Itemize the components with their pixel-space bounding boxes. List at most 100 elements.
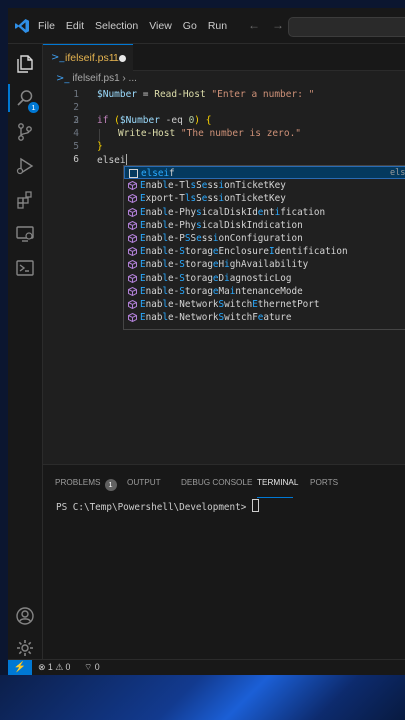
token-text: elsei — [97, 155, 126, 166]
suggestion-label: Enable-NetworkSwitchFeature — [140, 312, 292, 324]
method-cube-icon — [128, 300, 137, 309]
suggestion-item[interactable]: elseifelseif — [124, 166, 405, 180]
line-number: 3 — [73, 115, 79, 126]
powershell-file-icon: >_ — [51, 52, 65, 63]
suggestion-label: Enable-PhysicalDiskIndication — [140, 219, 303, 231]
suggestion-label: Enable-StorageDiagnosticLog — [140, 272, 292, 284]
code-line-5: } — [97, 141, 103, 152]
tab-problems[interactable]: PROBLEMS 1 — [55, 478, 117, 491]
status-problems[interactable]: ⊗ 1 ⚠ 0 — [38, 662, 70, 673]
warning-icon: ⚠ — [55, 662, 64, 672]
tab-terminal[interactable]: TERMINAL — [257, 478, 298, 487]
line-number: 1 — [73, 89, 79, 100]
run-debug-icon[interactable] — [15, 156, 35, 176]
method-cube-icon — [128, 220, 137, 230]
tab-problems-label: PROBLEMS — [55, 478, 101, 487]
tab-label: ifelseif.ps1 — [65, 52, 115, 64]
terminal[interactable]: PS C:\Temp\Powershell\Development> — [56, 499, 259, 513]
problems-badge: 1 — [104, 479, 117, 491]
token-command: Read-Host — [154, 89, 206, 100]
token-string: "The number is zero." — [175, 128, 302, 139]
arrow-left-icon[interactable]: ← — [248, 18, 260, 32]
menu-bar: File Edit Selection View Go Run — [38, 8, 238, 43]
tab-problem-count: 1 — [113, 52, 119, 64]
breadcrumb-more[interactable]: ... — [129, 73, 137, 84]
unsaved-dot-icon[interactable] — [119, 55, 126, 62]
method-cube-icon — [128, 181, 137, 191]
suggestion-item[interactable]: Enable-NetworkSwitchEthernetPort — [124, 298, 405, 311]
suggestion-item[interactable]: Enable-StorageEnclosureIdentification — [124, 245, 405, 258]
status-ports[interactable]: ⌔ 0 — [84, 662, 100, 673]
menu-view[interactable]: View — [149, 20, 172, 32]
token-brace: { — [200, 115, 212, 126]
arrow-right-icon[interactable]: → — [272, 18, 284, 32]
line-number: 5 — [73, 141, 79, 152]
tab-output[interactable]: OUTPUT — [127, 478, 161, 487]
explorer-icon[interactable] — [15, 54, 35, 74]
source-control-icon[interactable] — [15, 122, 35, 142]
line-number: 4 — [73, 128, 79, 139]
suggestion-label: Enable-TlsSessionTicketKey — [140, 180, 286, 192]
tab-ports[interactable]: PORTS — [310, 478, 338, 487]
extensions-icon[interactable] — [15, 190, 35, 210]
suggestion-item[interactable]: Enable-PhysicalDiskIdentification — [124, 206, 405, 219]
vscode-logo-icon — [15, 19, 29, 33]
line-number: 2 — [73, 102, 79, 113]
tab-debug-console[interactable]: DEBUG CONSOLE — [181, 478, 252, 487]
suggestion-item[interactable]: Enable-TlsSessionTicketKey — [124, 179, 405, 192]
remote-explorer-icon[interactable] — [15, 224, 35, 244]
code-line-1: $Number = Read-Host "Enter a number: " — [97, 89, 314, 100]
suggestion-label: Enable-PSSessionConfiguration — [140, 233, 303, 244]
error-icon: ⊗ — [38, 662, 46, 672]
error-count: 1 — [47, 662, 53, 672]
suggestion-widget: elseifelseifEnable-TlsSessionTicketKeyEx… — [123, 165, 405, 330]
suggestion-item[interactable]: Enable-StorageHighAvailability — [124, 258, 405, 271]
snippet-icon — [129, 169, 138, 178]
token-variable: $Number — [97, 89, 138, 100]
token-brace: } — [97, 141, 103, 152]
breadcrumb-file[interactable]: ifelseif.ps1 — [72, 73, 119, 84]
breadcrumb: >_ ifelseif.ps1 › ... — [56, 73, 137, 84]
search-icon[interactable] — [15, 88, 35, 108]
suggestion-label: Enable-PhysicalDiskIdentification — [140, 206, 326, 218]
suggestion-item[interactable]: Enable-PSSessionConfiguration — [124, 232, 405, 245]
menu-selection[interactable]: Selection — [95, 20, 138, 32]
active-tab-underline — [257, 497, 293, 498]
method-cube-icon — [128, 273, 137, 283]
remote-indicator-icon[interactable]: ⚡ — [8, 660, 32, 675]
suggestion-item[interactable]: Enable-NetworkSwitchFeature — [124, 311, 405, 324]
suggestion-item[interactable]: Enable-StorageMaintenanceMode — [124, 285, 405, 298]
method-cube-icon — [128, 234, 137, 243]
method-cube-icon — [128, 194, 137, 204]
suggestion-item[interactable]: Enable-StorageDiagnosticLog — [124, 272, 405, 285]
menu-go[interactable]: Go — [183, 20, 197, 32]
warning-count: 0 — [65, 662, 71, 672]
command-center[interactable] — [288, 17, 405, 37]
suggestion-item[interactable]: Enable-PhysicalDiskIndication — [124, 219, 405, 232]
title-bar: File Edit Selection View Go Run ← → — [8, 8, 405, 44]
desktop-wallpaper — [0, 675, 405, 720]
ports-broadcast-icon: ⌔ — [84, 662, 93, 672]
token-operator: -eq — [159, 115, 189, 126]
terminal-cursor — [251, 499, 259, 512]
bottom-panel: PROBLEMS 1 OUTPUT DEBUG CONSOLE TERMINAL … — [43, 464, 405, 660]
powershell-icon[interactable] — [15, 258, 35, 278]
suggestion-label: Enable-StorageEnclosureIdentification — [140, 246, 348, 258]
token-variable: $Number — [119, 115, 160, 126]
menu-run[interactable]: Run — [208, 20, 227, 32]
menu-edit[interactable]: Edit — [66, 20, 84, 32]
powershell-file-icon: >_ — [56, 73, 70, 84]
token-command: Write-Host — [118, 128, 176, 139]
method-cube-icon — [128, 313, 137, 323]
suggestion-label: Enable-NetworkSwitchEthernetPort — [140, 299, 320, 310]
suggestion-label: Export-TlsSessionTicketKey — [140, 193, 286, 205]
suggestion-item[interactable]: Export-TlsSessionTicketKey — [124, 192, 405, 205]
menu-file[interactable]: File — [38, 20, 55, 32]
accounts-icon[interactable] — [15, 606, 35, 626]
status-bar: ⚡ ⊗ 1 ⚠ 0 ⌔ 0 — [8, 659, 405, 675]
manage-gear-icon[interactable] — [15, 638, 35, 658]
vscode-window: File Edit Selection View Go Run ← → 1 >_… — [8, 8, 405, 675]
terminal-prompt: PS C:\Temp\Powershell\Development> — [56, 502, 252, 513]
tab-ifelseif[interactable]: >_ ifelseif.ps1 1 — [43, 44, 133, 71]
indent-guide — [99, 129, 100, 141]
